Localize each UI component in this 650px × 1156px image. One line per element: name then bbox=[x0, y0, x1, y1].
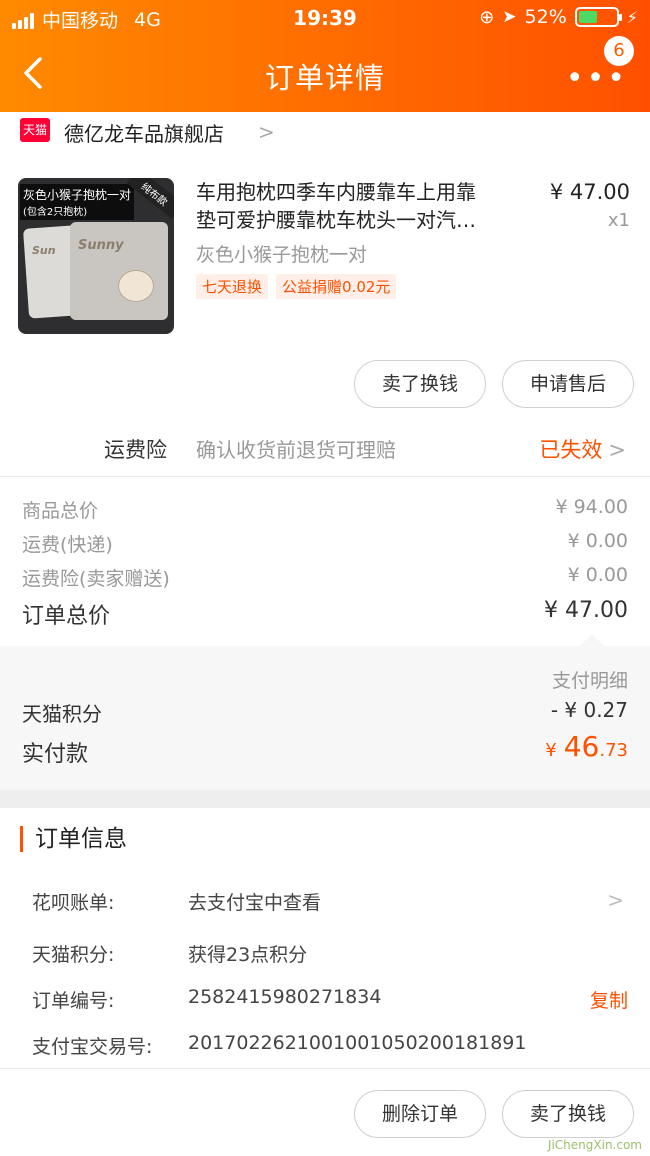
chevron-right-icon: > bbox=[608, 438, 626, 462]
section-gap bbox=[0, 790, 650, 808]
huabei-bill-label: 花呗账单: bbox=[32, 892, 115, 914]
shipping-value: ¥ 0.00 bbox=[567, 530, 628, 552]
message-count-badge: 6 bbox=[604, 36, 634, 66]
product-price: ¥ 47.00 bbox=[549, 180, 630, 204]
freight-insurance-desc: 确认收货前退货可理赔 bbox=[196, 438, 396, 462]
more-menu-button[interactable]: ••• bbox=[566, 64, 628, 94]
lock-rotation-icon: ⊕ bbox=[479, 6, 495, 28]
store-row[interactable]: 天猫 德亿龙车品旗舰店 > bbox=[0, 112, 650, 152]
product-tags: 七天退换 公益捐赠0.02元 bbox=[196, 274, 397, 299]
chevron-right-icon: > bbox=[258, 120, 275, 144]
pointer-triangle bbox=[580, 634, 604, 646]
paid-label: 实付款 bbox=[22, 742, 89, 767]
page-title: 订单详情 bbox=[264, 61, 385, 95]
tmall-logo: 天猫 bbox=[20, 118, 50, 142]
copy-button[interactable]: 复制 bbox=[590, 986, 628, 1013]
product-sku: 灰色小猴子抱枕一对 bbox=[196, 244, 368, 266]
tmall-points-label: 天猫积分 bbox=[22, 702, 102, 726]
chevron-right-icon[interactable]: > bbox=[607, 888, 624, 912]
insurance-fee-value: ¥ 0.00 bbox=[567, 564, 628, 586]
thumb-label: 灰色小猴子抱枕一对 (包含2只抱枕) bbox=[20, 184, 135, 220]
location-icon: ➤ bbox=[502, 7, 517, 27]
battery-percent: 52% bbox=[524, 6, 567, 28]
payment-detail-box: 支付明细 天猫积分 - ¥ 0.27 实付款 ¥ 46.73 bbox=[0, 646, 650, 790]
store-name[interactable]: 德亿龙车品旗舰店 bbox=[64, 118, 224, 147]
shipping-label: 运费(快递) bbox=[22, 534, 113, 556]
watermark: JiChengXin.com bbox=[547, 1138, 642, 1152]
product-quantity: x1 bbox=[607, 210, 630, 231]
charging-icon: ⚡ bbox=[626, 7, 638, 27]
paid-value: ¥ 46.73 bbox=[545, 730, 628, 763]
battery-icon bbox=[574, 7, 622, 27]
order-total-label: 订单总价 bbox=[22, 604, 111, 629]
monkey-graphic bbox=[118, 270, 154, 302]
product-title[interactable]: 车用抱枕四季车内腰靠车上用靠 垫可爱护腰靠枕车枕头一对汽… bbox=[196, 178, 526, 234]
status-bar: 中国移动 4G 19:39 ⊕ ➤ 52% ⚡ bbox=[0, 0, 650, 36]
insurance-fee-label: 运费险(卖家赠送) bbox=[22, 568, 170, 590]
alipay-trade-label: 支付宝交易号: bbox=[32, 1036, 153, 1058]
goods-total-label: 商品总价 bbox=[22, 500, 99, 522]
huabei-bill-value[interactable]: 去支付宝中查看 bbox=[188, 888, 321, 915]
order-number-value: 2582415980271834 bbox=[188, 986, 382, 1008]
bottom-sell-button[interactable]: 卖了换钱 bbox=[502, 1090, 634, 1138]
delete-order-button[interactable]: 删除订单 bbox=[354, 1090, 486, 1138]
points-earned-value: 获得23点积分 bbox=[188, 944, 308, 966]
order-number-label: 订单编号: bbox=[32, 990, 115, 1012]
alipay-trade-value: 2017022621001001050200181891 bbox=[188, 1032, 527, 1054]
points-earned-label: 天猫积分: bbox=[32, 944, 115, 966]
sell-button[interactable]: 卖了换钱 bbox=[354, 360, 486, 408]
after-sale-button[interactable]: 申请售后 bbox=[502, 360, 634, 408]
divider bbox=[0, 1068, 650, 1069]
thumb-brand: Sunny bbox=[78, 238, 124, 253]
product-thumbnail[interactable]: Sunny Sun 灰色小猴子抱枕一对 (包含2只抱枕) 纯布款 bbox=[18, 178, 174, 334]
divider bbox=[0, 476, 650, 477]
goods-total-value: ¥ 94.00 bbox=[555, 496, 628, 518]
freight-insurance-label: 运费险 bbox=[104, 438, 167, 462]
header: 中国移动 4G 19:39 ⊕ ➤ 52% ⚡ 订单详情 ••• 6 bbox=[0, 0, 650, 112]
order-info-title: 订单信息 bbox=[20, 826, 127, 852]
tag-charity: 公益捐赠0.02元 bbox=[276, 274, 397, 299]
tag-return: 七天退换 bbox=[196, 274, 269, 299]
tmall-points-value: - ¥ 0.27 bbox=[550, 698, 628, 722]
freight-insurance-status[interactable]: 已失效 > bbox=[539, 434, 626, 464]
payment-detail-label: 支付明细 bbox=[551, 670, 628, 692]
order-total-value: ¥ 47.00 bbox=[544, 598, 628, 623]
